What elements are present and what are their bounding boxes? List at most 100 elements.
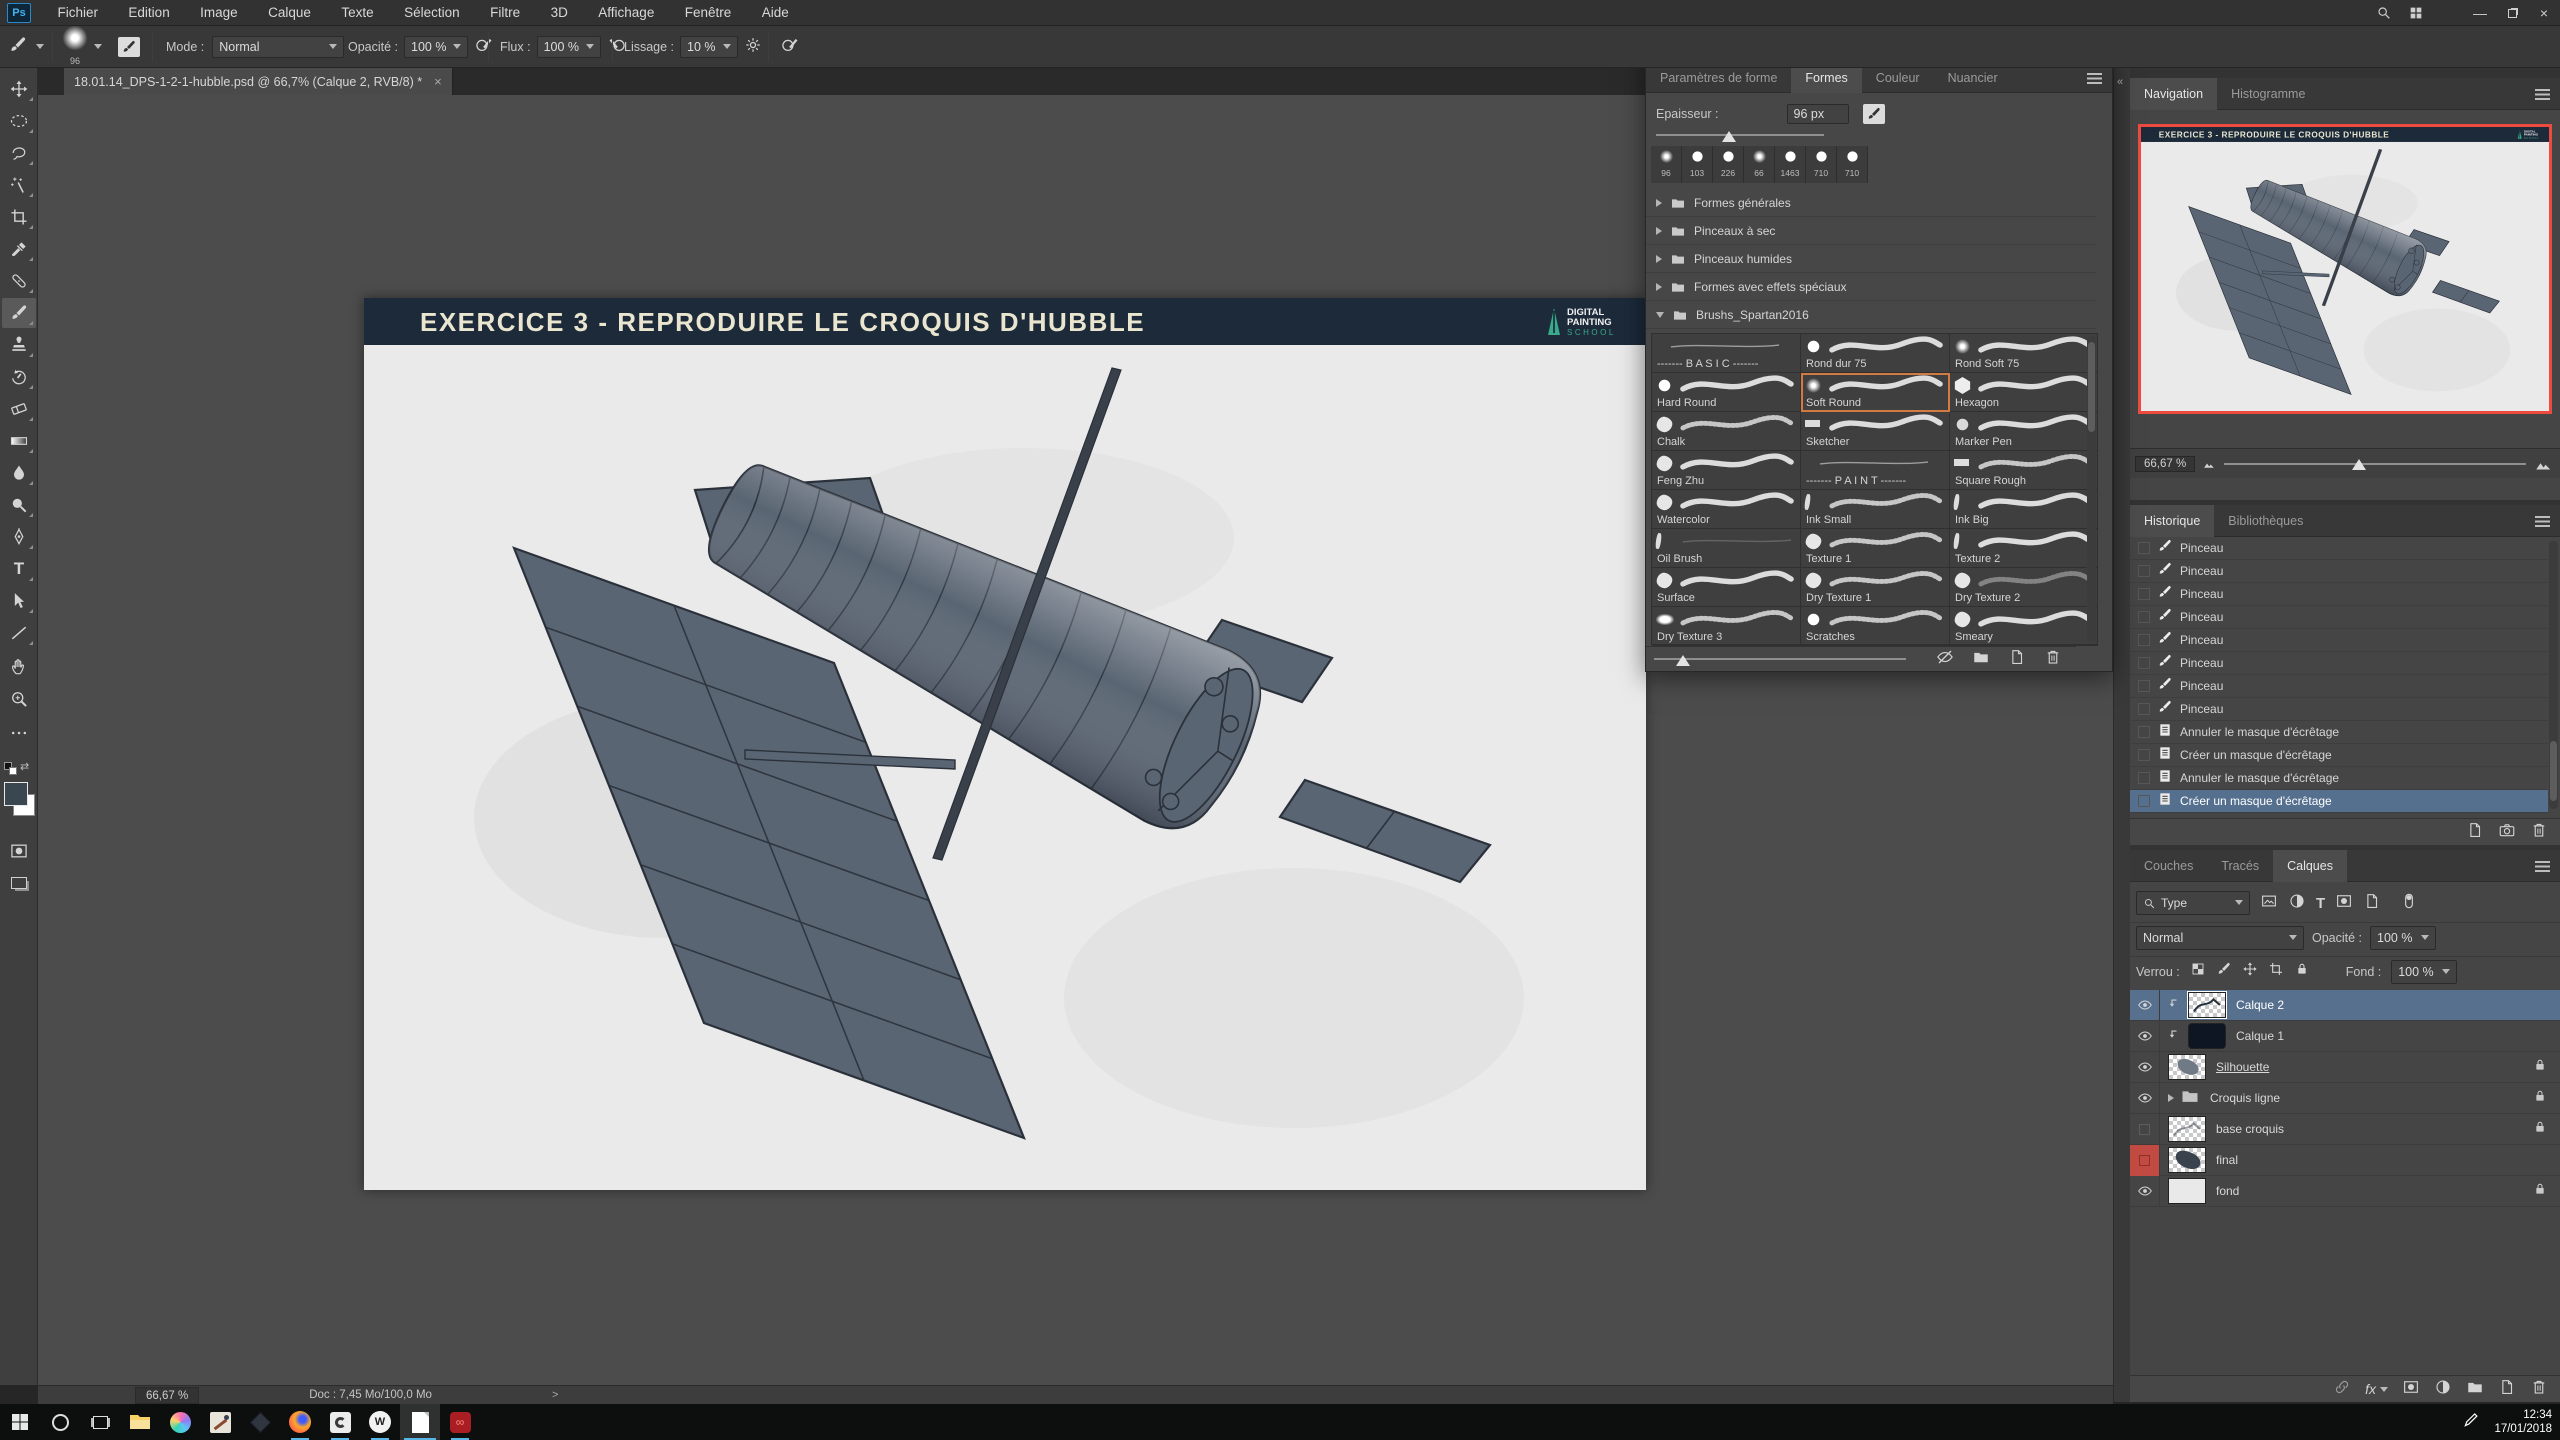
opacity-pressure-icon[interactable] — [474, 35, 494, 60]
notes-app-icon[interactable] — [400, 1404, 440, 1440]
smoothing-gear-icon[interactable] — [744, 36, 762, 59]
brush-item[interactable]: Dry Texture 3 — [1652, 607, 1801, 646]
lock-artboard-icon[interactable] — [2268, 961, 2284, 982]
filter-pixel-icon[interactable] — [2260, 892, 2278, 915]
folder-pinceaux-a-sec[interactable]: Pinceaux à sec — [1646, 217, 2096, 245]
tab-navigation[interactable]: Navigation — [2130, 78, 2217, 110]
folder-pinceaux-humides[interactable]: Pinceaux humides — [1646, 245, 2096, 273]
new-snapshot-icon[interactable] — [2498, 821, 2516, 844]
layer-row-base-croquis[interactable]: base croquis — [2130, 1114, 2560, 1145]
eyedropper-tool[interactable] — [2, 234, 36, 264]
filter-smart-object-icon[interactable] — [2363, 892, 2381, 915]
navigator-zoom-slider-thumb[interactable] — [2352, 459, 2366, 470]
toggle-brush-panel-icon[interactable] — [118, 37, 140, 57]
history-step[interactable]: Pinceau — [2130, 652, 2548, 675]
history-step[interactable]: Pinceau — [2130, 698, 2548, 721]
brush-preset-picker[interactable]: 96 — [62, 25, 88, 69]
layer-thumbnail[interactable] — [2168, 1178, 2206, 1204]
layers-menu-icon[interactable] — [2535, 861, 2550, 872]
visibility-eye-icon[interactable] — [2130, 1052, 2160, 1083]
new-document-from-state-icon[interactable] — [2466, 821, 2484, 844]
brush-item[interactable]: Chalk — [1652, 412, 1801, 451]
link-layers-icon[interactable] — [2333, 1378, 2351, 1401]
history-step[interactable]: Annuler le masque d'écrêtage — [2130, 767, 2548, 790]
flow-field[interactable]: 100 % — [537, 36, 601, 58]
taskbar-clock[interactable]: 12:34 17/01/2018 — [2494, 1408, 2552, 1436]
menu-image[interactable]: Image — [187, 0, 251, 26]
brush-tool[interactable] — [2, 298, 36, 328]
tab-couches[interactable]: Couches — [2130, 850, 2207, 882]
brush-grid-scrollbar[interactable] — [2087, 336, 2096, 642]
recent-brush[interactable]: 96 — [1651, 146, 1682, 183]
brush-item[interactable]: Surface — [1652, 568, 1801, 607]
brush-item[interactable]: Hard Round — [1652, 373, 1801, 412]
statusbar-options-caret[interactable]: > — [552, 1389, 558, 1401]
hand-tool[interactable] — [2, 652, 36, 682]
app-search-icon[interactable] — [2368, 0, 2400, 26]
close-button[interactable]: × — [2528, 0, 2560, 26]
tab-histogramme[interactable]: Histogramme — [2217, 78, 2319, 110]
brush-item[interactable]: Oil Brush — [1652, 529, 1801, 568]
new-group-icon[interactable] — [2466, 1378, 2484, 1401]
brush-size-field[interactable]: 96 px — [1787, 104, 1849, 124]
new-brush-icon[interactable] — [2008, 648, 2026, 671]
layer-thumbnail[interactable] — [2168, 1054, 2206, 1080]
quick-selection-tool[interactable] — [2, 170, 36, 200]
zoom-out-mountain-icon[interactable] — [2203, 459, 2216, 469]
lasso-tool[interactable] — [2, 138, 36, 168]
menu-filtre[interactable]: Filtre — [477, 0, 533, 26]
filter-adjustment-icon[interactable] — [2288, 892, 2306, 915]
brush-item[interactable]: Rond Soft 75 — [1950, 334, 2098, 373]
navigator-zoom-field[interactable]: 66,67 % — [2135, 456, 2195, 472]
restore-button[interactable] — [2496, 0, 2528, 26]
layer-blend-mode-select[interactable]: Normal — [2136, 926, 2304, 950]
recent-brush[interactable]: 710 — [1806, 146, 1837, 183]
paint-symmetry-icon[interactable] — [780, 35, 800, 60]
history-step[interactable]: Pinceau — [2130, 675, 2548, 698]
brush-size-slider-thumb[interactable] — [1722, 131, 1736, 142]
tab-calques[interactable]: Calques — [2273, 850, 2347, 882]
brush-item-selected[interactable]: Soft Round — [1801, 373, 1950, 412]
brush-item[interactable]: Ink Small — [1801, 490, 1950, 529]
history-step[interactable]: Créer un masque d'écrêtage — [2130, 744, 2548, 767]
smoothing-field[interactable]: 10 % — [680, 36, 738, 58]
start-button[interactable] — [0, 1404, 40, 1440]
document-close-icon[interactable]: × — [434, 74, 442, 89]
lock-transparency-icon[interactable] — [2190, 961, 2206, 982]
visibility-eye-empty[interactable] — [2130, 1114, 2160, 1145]
menu-texte[interactable]: Texte — [328, 0, 386, 26]
layer-thumbnail[interactable] — [2168, 1116, 2206, 1142]
folder-formes-generales[interactable]: Formes générales — [1646, 189, 2096, 217]
paint-app-icon[interactable] — [200, 1404, 240, 1440]
krita-icon[interactable] — [160, 1404, 200, 1440]
brush-item[interactable]: Feng Zhu — [1652, 451, 1801, 490]
brush-size-slider[interactable] — [1656, 134, 1824, 136]
layer-row-fond[interactable]: fond — [2130, 1176, 2560, 1207]
visibility-eye-icon[interactable] — [2130, 990, 2160, 1021]
adjustment-layer-icon[interactable] — [2434, 1378, 2452, 1401]
quick-mask-icon[interactable] — [2, 836, 36, 866]
dock-collapse-strip[interactable]: « — [2113, 68, 2130, 1402]
menu-3d[interactable]: 3D — [538, 0, 581, 26]
brushes-menu-icon[interactable] — [2087, 73, 2102, 84]
history-step-selected[interactable]: Créer un masque d'écrêtage — [2130, 790, 2548, 813]
brush-item[interactable]: Hexagon — [1950, 373, 2098, 412]
zoom-tool[interactable] — [2, 684, 36, 714]
menu-selection[interactable]: Sélection — [391, 0, 473, 26]
pen-tool[interactable] — [2, 522, 36, 552]
history-step[interactable]: Pinceau — [2130, 606, 2548, 629]
blend-mode-select[interactable]: Normal — [212, 36, 344, 58]
brush-item[interactable]: Marker Pen — [1950, 412, 2098, 451]
recent-brush[interactable]: 66 — [1744, 146, 1775, 183]
photoshop-logo[interactable]: Ps — [7, 3, 31, 23]
default-colors-icon[interactable] — [4, 762, 16, 774]
navigator-zoom-slider[interactable] — [2224, 463, 2526, 465]
live-tip-preview-icon[interactable] — [1863, 104, 1885, 124]
layer-row-calque-1[interactable]: Calque 1 — [2130, 1021, 2560, 1052]
task-view-icon[interactable] — [80, 1404, 120, 1440]
layer-thumbnail[interactable] — [2188, 992, 2226, 1018]
brush-item[interactable]: Scratches — [1801, 607, 1950, 646]
layer-thumbnail[interactable] — [2168, 1147, 2206, 1173]
brush-item[interactable]: Watercolor — [1652, 490, 1801, 529]
delete-brush-icon[interactable] — [2044, 648, 2062, 671]
